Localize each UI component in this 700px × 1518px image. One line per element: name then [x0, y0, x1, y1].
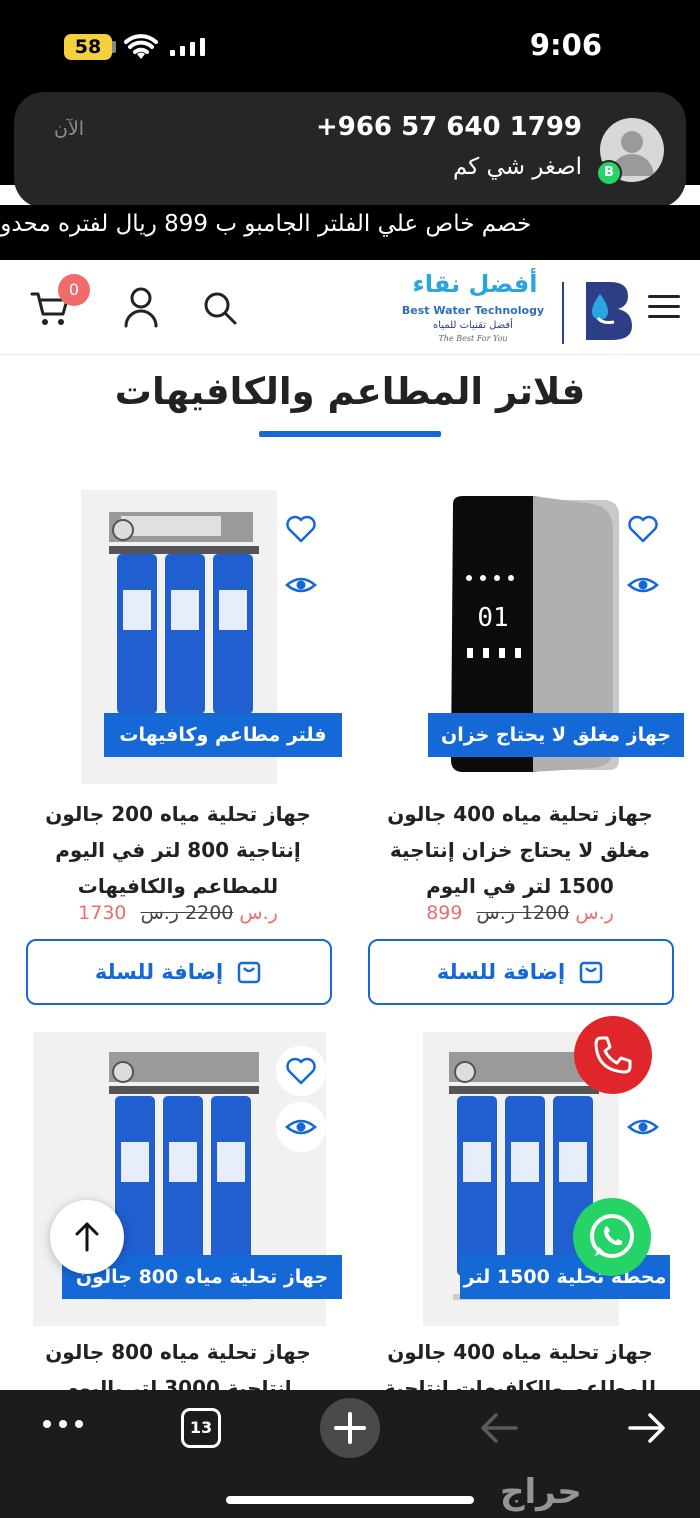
svg-text:01: 01: [477, 603, 508, 633]
menu-icon[interactable]: [646, 292, 682, 322]
wishlist-button[interactable]: [276, 1046, 326, 1096]
phone-icon: [594, 1036, 632, 1074]
section-title: فلاتر المطاعم والكافيهات: [114, 370, 586, 413]
arrow-up-icon: [75, 1222, 99, 1252]
whatsapp-button[interactable]: [573, 1198, 651, 1276]
quick-view-eye-icon: [285, 1119, 317, 1135]
clock: 9:06: [529, 28, 602, 62]
product-price: 899 ر.س 1200 ر.س: [360, 902, 680, 924]
price-original: 2200 ر.س: [140, 902, 234, 924]
notification-banner[interactable]: الآن +966 57 640 1799 اصغر شي كم B: [14, 92, 686, 208]
search-icon[interactable]: [200, 288, 240, 328]
marquee-text-left: خصم خاص علي الفلتر الجامبو ب 899 ريال لف…: [0, 211, 532, 237]
title-underline: [259, 431, 441, 437]
cellular-icon: [170, 38, 205, 56]
more-options-icon[interactable]: [40, 1414, 86, 1434]
bag-icon: [237, 961, 261, 984]
scroll-to-top-button[interactable]: [50, 1200, 124, 1274]
battery-cap: [112, 41, 116, 53]
product-name[interactable]: جهاز تحلية مياه 200 جالون إنتاجية 800 لت…: [18, 796, 338, 904]
logo-english: Best Water Technology: [401, 304, 545, 317]
logo-subtitle: أفضل تقنيات للمياه: [433, 320, 513, 331]
battery-indicator: 58: [64, 34, 112, 60]
product-name[interactable]: جهاز تحلية مياه 400 جالون مغلق لا يحتاج …: [360, 796, 680, 904]
site-header: أفضل نقاء Best Water Technology أفضل تقن…: [0, 260, 700, 355]
bag-icon: [579, 961, 603, 984]
wifi-icon: [124, 34, 158, 59]
whatsapp-icon: [590, 1214, 634, 1258]
product-ribbon: جهاز مغلق لا يحتاج خزان: [428, 713, 684, 757]
quick-view-eye-icon[interactable]: [626, 568, 660, 602]
call-button[interactable]: [574, 1016, 652, 1094]
tab-count-button[interactable]: 13: [181, 1408, 221, 1448]
logo-divider: [562, 282, 564, 344]
quick-view-eye-icon[interactable]: [626, 1110, 660, 1144]
logo-mark-icon[interactable]: [578, 278, 634, 342]
quick-view-eye-icon[interactable]: [284, 568, 318, 602]
notification-body: اصغر شي كم: [452, 154, 582, 180]
product-price: 1730 ر.س 2200 ر.س: [18, 902, 338, 924]
user-account-icon[interactable]: [122, 286, 160, 328]
promo-marquee: خصم خاص علي الفلتر الجامبو ب 899 ريال لف…: [0, 205, 700, 260]
wishlist-heart-icon[interactable]: [626, 512, 660, 546]
add-to-cart-label: إضافة للسلة: [94, 960, 224, 984]
quick-view-button[interactable]: [276, 1102, 326, 1152]
product-ribbon: فلتر مطاعم وكافيهات: [104, 713, 342, 757]
whatsapp-business-icon: B: [596, 160, 622, 186]
plus-icon: [334, 1412, 366, 1444]
logo-arabic[interactable]: أفضل نقاء: [405, 270, 545, 298]
forward-arrow-icon[interactable]: [626, 1410, 668, 1446]
logo-tagline: The Best For You: [438, 334, 508, 343]
cart-count-badge: 0: [58, 274, 90, 306]
notification-time: الآن: [54, 118, 85, 140]
back-arrow-icon[interactable]: [478, 1410, 520, 1446]
wishlist-heart-icon: [286, 1057, 316, 1085]
price-original: 1200 ر.س: [476, 902, 570, 924]
haraj-watermark: حراج: [500, 1472, 582, 1512]
home-indicator[interactable]: [226, 1496, 474, 1504]
add-to-cart-button[interactable]: إضافة للسلة: [26, 939, 332, 1005]
new-tab-button[interactable]: [320, 1398, 380, 1458]
add-to-cart-button[interactable]: إضافة للسلة: [368, 939, 674, 1005]
wishlist-heart-icon[interactable]: [284, 512, 318, 546]
notification-title: +966 57 640 1799: [315, 112, 582, 142]
add-to-cart-label: إضافة للسلة: [436, 960, 566, 984]
